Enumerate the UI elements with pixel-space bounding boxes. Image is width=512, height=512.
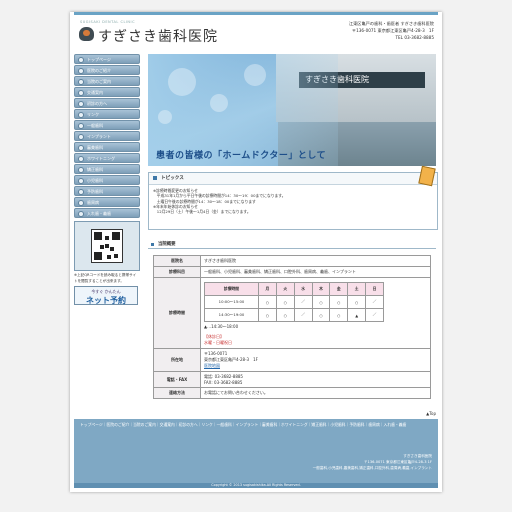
sidebar-item-dentures[interactable]: 入れ歯・義歯 <box>74 208 140 218</box>
sidebar-item-aesthetic[interactable]: 審美歯科 <box>74 142 140 152</box>
hours-cell: ○ <box>329 295 349 309</box>
hours-row: 10:00〜15:00 ○ ○ ／ ○ ○ ○ ／ <box>203 295 384 309</box>
page: SUGISAKI DENTAL CLINIC すぎさき歯科医院 江東区亀戸の歯科… <box>70 12 442 492</box>
sidebar-item-links[interactable]: リンク <box>74 109 140 119</box>
fax-number: FAX: 03-3682-8885 <box>204 380 243 385</box>
sidebar-item-general[interactable]: 一般歯科 <box>74 120 140 130</box>
qr-caption: ※上記QRコードを読み取ると携帯サイトを閲覧することが出来ます。 <box>74 273 137 283</box>
phone-cell: 電話: 03-3682-8885 FAX: 03-3682-8885 <box>200 371 431 388</box>
row-label-phone: 電話・FAX <box>153 371 201 388</box>
qr-code-box <box>74 221 140 271</box>
tooth-logo-icon[interactable] <box>79 27 94 41</box>
hours-header: 火 <box>275 282 295 296</box>
hours-header: 金 <box>329 282 349 296</box>
row-label-contact: 連絡方法 <box>153 387 201 399</box>
table-row: 所在地 〒136-0071 東京都江東区亀戸4-28-3 1F 医院地図 <box>153 348 431 372</box>
hours-cell-time: 14:30〜19:00 <box>203 308 260 322</box>
hours-header-row: 診療時間 月 火 水 木 金 土 日 <box>203 282 384 296</box>
hours-cell: ○ <box>275 295 295 309</box>
sidebar-item-access[interactable]: 交通案内 <box>74 87 140 97</box>
hero-caption: 患者の皆様の「ホームドクター」として <box>156 151 327 161</box>
hours-table: 診療時間 月 火 水 木 金 土 日 10:00〜15:00 ○ ○ ／ ○ ○… <box>203 282 384 322</box>
row-label-subjects: 診療科目 <box>153 266 201 278</box>
sidebar-item-guide[interactable]: 当院のご案内 <box>74 76 140 86</box>
decorative-bubble <box>210 94 228 112</box>
topics-body: ※診療時間変更のお知らせ 平成31年1月から平日午後の診療時間が14：30〜19… <box>149 185 437 217</box>
header-contact: 江東区亀戸の歯科・歯医者 すぎさき歯科医院 〒136-0071 東京都江東区亀戸… <box>349 20 434 41</box>
hours-row: 14:30〜19:00 ○ ○ ／ ○ ○ ▲ ／ <box>203 308 384 322</box>
decorative-bubble <box>168 68 196 96</box>
decorative-bubble <box>158 110 172 124</box>
hours-cell: ／ <box>293 295 313 309</box>
hours-header: 診療時間 <box>203 282 260 296</box>
table-row: 連絡方法 お電話にてお問い合わせください。 <box>153 387 431 399</box>
net-reservation-button[interactable]: 今すぐ かんたん ネット予約 <box>74 286 138 305</box>
hours-cell: ○ <box>311 295 331 309</box>
footer-info: すぎさき歯科医院 〒136-0071 東京都江東区亀戸4-28-3 1F 一般歯… <box>313 453 432 471</box>
hours-header: 水 <box>293 282 313 296</box>
clinic-info-table: 医院名 すぎさき歯科医院 診療科目 一般歯科、小児歯科、審美歯科、矯正歯科、口腔… <box>153 255 431 399</box>
main-content: すぎさき歯科医院 患者の皆様の「ホームドクター」として トピックス ※診療時間変… <box>148 54 438 399</box>
footer: トップページ｜医院のご紹介｜当院のご案内｜交通案内｜初診の方へ｜リンク｜一般歯科… <box>74 419 438 488</box>
hours-cell: ／ <box>365 308 384 322</box>
row-label-location: 所在地 <box>153 348 201 372</box>
hours-cell: ▲ <box>347 308 367 322</box>
hours-cell: ／ <box>365 295 384 309</box>
header-tagline: 江東区亀戸の歯科・歯医者 すぎさき歯科医院 <box>348 21 434 26</box>
sidebar-item-first-visit[interactable]: 初診の方へ <box>74 98 140 108</box>
qr-code-icon <box>91 229 123 263</box>
topics-title: トピックス <box>149 173 437 185</box>
hours-note: ▲…14:30〜18:00 <box>204 324 239 329</box>
header-address: 〒136-0071 東京都江東区亀戸4-28-3 1F <box>351 28 434 33</box>
table-row: 電話・FAX 電話: 03-3682-8885 FAX: 03-3682-888… <box>153 371 431 388</box>
sidebar-item-whitening[interactable]: ホワイトニング <box>74 153 140 163</box>
footer-links[interactable]: トップページ｜医院のご紹介｜当院のご案内｜交通案内｜初診の方へ｜リンク｜一般歯科… <box>74 419 438 428</box>
sidebar-item-orthodontics[interactable]: 矯正歯科 <box>74 164 140 174</box>
row-label-hours: 診療時間 <box>153 277 201 349</box>
hours-cell: ／ <box>293 308 313 322</box>
page-top-link[interactable]: ▲Top <box>426 411 436 416</box>
hours-header: 土 <box>347 282 367 296</box>
holiday-text: 水曜・日曜祝日 <box>204 340 232 345</box>
hours-header: 月 <box>258 282 277 296</box>
hours-cell: 診療時間 月 火 水 木 金 土 日 10:00〜15:00 ○ ○ ／ ○ ○… <box>200 277 431 349</box>
sidebar-item-introduction[interactable]: 医院のご紹介 <box>74 65 140 75</box>
header: SUGISAKI DENTAL CLINIC すぎさき歯科医院 江東区亀戸の歯科… <box>70 15 442 55</box>
sidebar-item-pediatric[interactable]: 小児歯科 <box>74 175 140 185</box>
hero-banner: すぎさき歯科医院 患者の皆様の「ホームドクター」として <box>148 54 436 166</box>
hours-cell-time: 10:00〜15:00 <box>203 295 260 309</box>
topics-panel: トピックス ※診療時間変更のお知らせ 平成31年1月から平日午後の診療時間が14… <box>148 165 438 230</box>
table-row: 診療時間 診療時間 月 火 水 木 金 土 日 10:00〜15:00 ○ ○ … <box>153 277 431 349</box>
hours-cell: ○ <box>311 308 331 322</box>
hours-cell: ○ <box>275 308 295 322</box>
clinic-name-value: すぎさき歯科医院 <box>200 255 431 267</box>
footer-subjects: 一般歯科,小児歯科,審美歯科,矯正歯科,口腔外科,歯周病,義歯,インプラント <box>312 466 432 470</box>
copyright: Copyright © 2013 sugisakishika.All Right… <box>74 483 438 488</box>
net-reservation-label: ネット予約 <box>86 296 126 305</box>
sidebar-item-periodontal[interactable]: 歯周病 <box>74 197 140 207</box>
logo-subtitle: SUGISAKI DENTAL CLINIC <box>80 20 136 24</box>
sidebar-item-top[interactable]: トップページ <box>74 54 140 64</box>
row-label-name: 医院名 <box>153 255 201 267</box>
table-row: 医院名 すぎさき歯科医院 <box>153 255 431 267</box>
hours-cell: ○ <box>329 308 349 322</box>
subjects-value: 一般歯科、小児歯科、審美歯科、矯正歯科、口腔外科、歯周病、義歯、インプラント <box>200 266 431 278</box>
hours-cell: ○ <box>347 295 367 309</box>
hours-header: 日 <box>365 282 384 296</box>
hours-cell: ○ <box>258 308 277 322</box>
topics-line: 12月29日（土）午後〜1月4日（金）までになります。 <box>153 209 251 215</box>
section-title-overview: 当院概要 <box>148 240 436 249</box>
map-link[interactable]: 医院地図 <box>204 363 427 369</box>
decorative-bubble <box>244 64 266 86</box>
hours-cell: ○ <box>258 295 277 309</box>
contact-value: お電話にてお問い合わせください。 <box>200 387 431 399</box>
sidebar-item-implant[interactable]: インプラント <box>74 131 140 141</box>
sidebar-item-preventive[interactable]: 予防歯科 <box>74 186 140 196</box>
header-tel: TEL 03-3682-8885 <box>395 35 434 40</box>
location-cell: 〒136-0071 東京都江東区亀戸4-28-3 1F 医院地図 <box>200 348 431 372</box>
sidebar: トップページ 医院のご紹介 当院のご案内 交通案内 初診の方へ リンク 一般歯科… <box>74 54 140 305</box>
hours-header: 木 <box>311 282 331 296</box>
table-row: 診療科目 一般歯科、小児歯科、審美歯科、矯正歯科、口腔外科、歯周病、義歯、インプ… <box>153 266 431 278</box>
logo-text[interactable]: すぎさき歯科医院 <box>98 26 218 46</box>
